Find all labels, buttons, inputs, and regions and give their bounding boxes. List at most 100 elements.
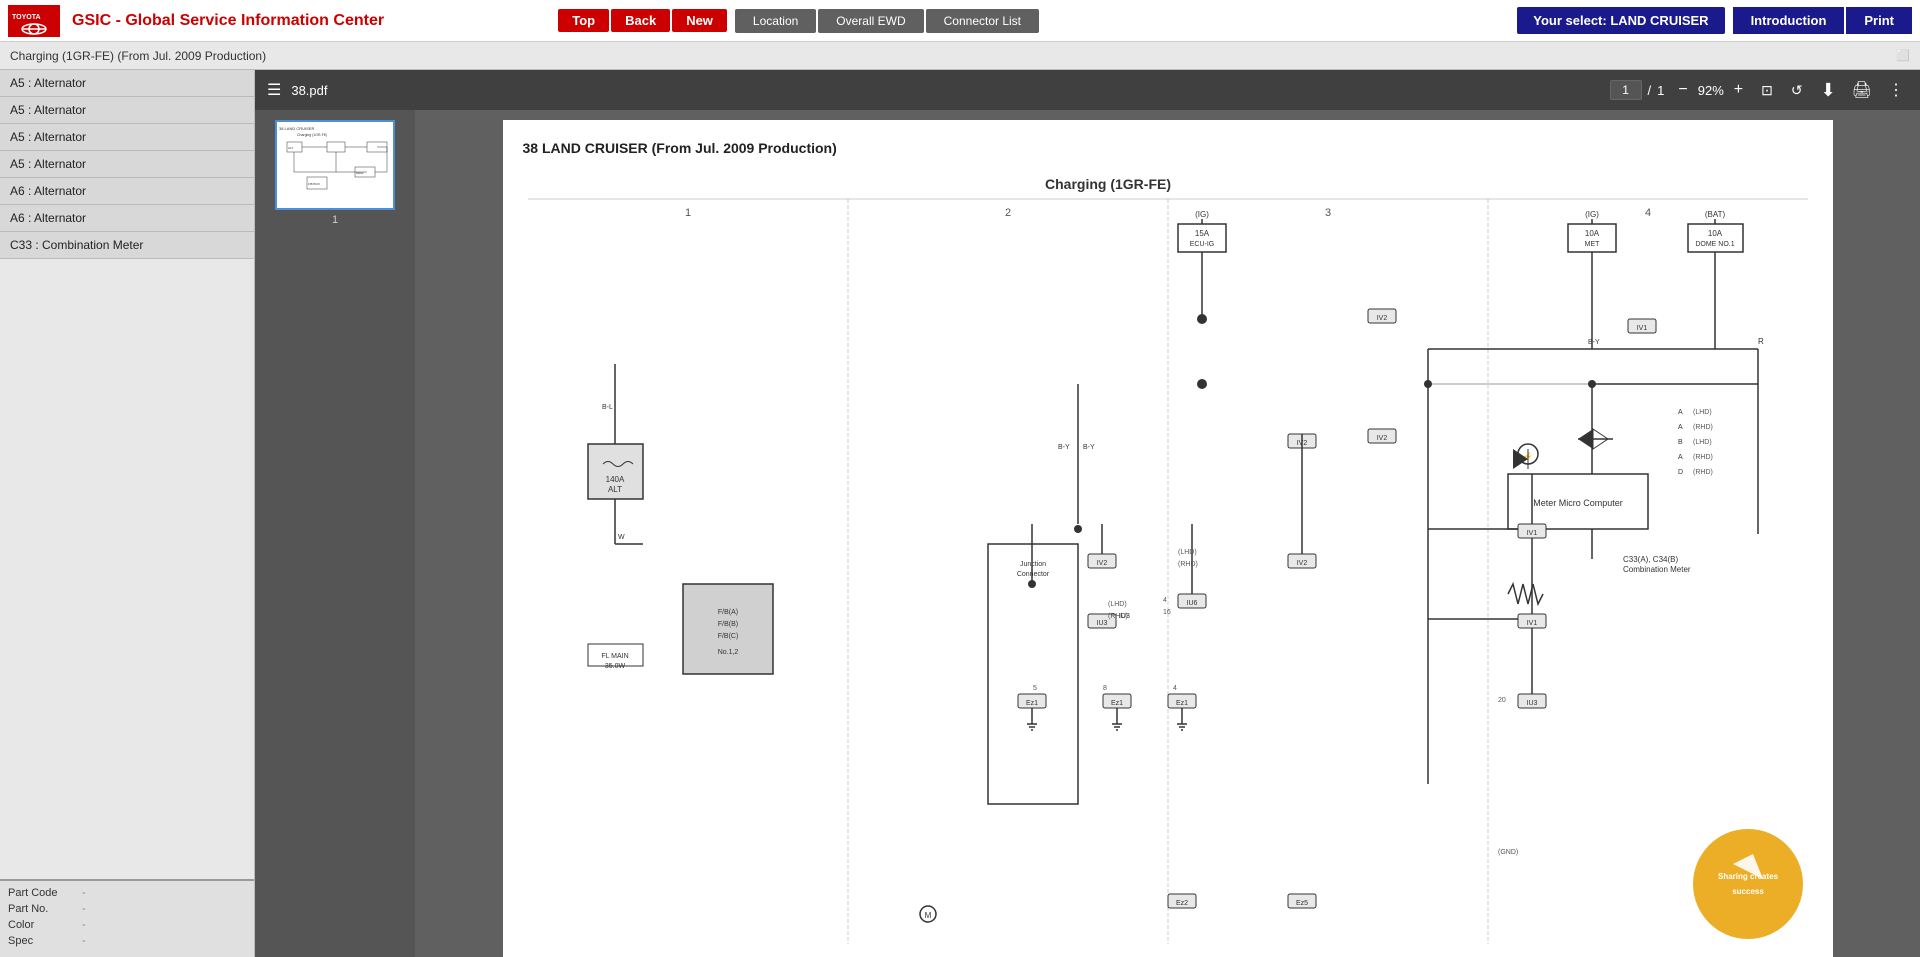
connector-item[interactable]: A5 : Alternator	[0, 124, 254, 151]
svg-text:(LHD): (LHD)	[1693, 439, 1712, 446]
connector-item[interactable]: A6 : Alternator	[0, 178, 254, 205]
tab-overall-ewd[interactable]: Overall EWD	[818, 9, 923, 33]
svg-text:(RHD): (RHD)	[1693, 424, 1713, 431]
zoom-in-button[interactable]: +	[1730, 79, 1747, 101]
svg-text:(RHD): (RHD)	[1693, 469, 1713, 476]
pdf-main-view[interactable]: 38 LAND CRUISER (From Jul. 2009 Producti…	[415, 110, 1920, 957]
part-code-label: Part Code	[8, 887, 78, 899]
connector-item[interactable]: A5 : Alternator	[0, 70, 254, 97]
app-title: GSIC - Global Service Information Center	[72, 12, 542, 30]
svg-text:F/B(B): F/B(B)	[717, 621, 737, 628]
svg-text:8: 8	[1103, 685, 1107, 692]
pdf-menu-icon[interactable]: ☰	[267, 80, 281, 100]
svg-text:success: success	[1732, 887, 1764, 896]
part-code-value: -	[82, 887, 86, 899]
download-button[interactable]: ⬇	[1817, 78, 1840, 103]
svg-text:A: A	[1678, 424, 1683, 431]
svg-text:(RHD): (RHD)	[1693, 454, 1713, 461]
svg-text:D: D	[1678, 469, 1683, 476]
rotate-button[interactable]: ↺	[1787, 80, 1807, 101]
introduction-button[interactable]: Introduction	[1733, 7, 1845, 34]
svg-text:IV2: IV2	[1376, 435, 1387, 442]
svg-text:F/B(C): F/B(C)	[717, 633, 738, 640]
svg-text:38 LAND CRUISER: 38 LAND CRUISER	[279, 126, 314, 131]
expand-icon: ⬜	[1896, 49, 1910, 62]
svg-text:5: 5	[1033, 685, 1037, 692]
svg-text:B-L: B-L	[602, 404, 613, 411]
svg-text:IU3: IU3	[1096, 620, 1107, 627]
pdf-content: 38 LAND CRUISER Charging (1GR-FE) ALT	[255, 110, 1920, 957]
zoom-out-button[interactable]: −	[1674, 79, 1691, 101]
more-options-button[interactable]: ⋮	[1884, 78, 1908, 103]
connector-item[interactable]: A6 : Alternator	[0, 205, 254, 232]
svg-text:F/B(A): F/B(A)	[717, 609, 737, 616]
print-button[interactable]: Print	[1846, 7, 1912, 34]
svg-text:F/B BOX: F/B BOX	[308, 182, 320, 186]
svg-text:20: 20	[1498, 697, 1506, 704]
print-pdf-button[interactable]: 🖨	[1848, 78, 1876, 103]
fit-page-button[interactable]: ⊡	[1757, 80, 1777, 101]
svg-text:IV2: IV2	[1096, 560, 1107, 567]
new-button[interactable]: New	[672, 9, 727, 32]
svg-text:C33(A), C34(B): C33(A), C34(B)	[1623, 555, 1678, 564]
svg-text:A: A	[1678, 409, 1683, 416]
nav-buttons: Top Back New	[558, 9, 727, 32]
svg-text:FL MAIN: FL MAIN	[601, 653, 628, 660]
svg-text:4: 4	[1644, 207, 1650, 219]
svg-text:B: B	[1678, 439, 1683, 446]
svg-text:10A: 10A	[1707, 229, 1722, 238]
tab-connector-list[interactable]: Connector List	[926, 9, 1039, 33]
top-bar: TOYOTA GSIC - Global Service Information…	[0, 0, 1920, 42]
svg-text:Connector: Connector	[1016, 571, 1049, 578]
top-button[interactable]: Top	[558, 9, 609, 32]
svg-text:4: 4	[1163, 597, 1167, 604]
connector-list[interactable]: A5 : AlternatorA5 : AlternatorA5 : Alter…	[0, 70, 254, 879]
logo-area: TOYOTA	[8, 5, 60, 37]
svg-text:IV2: IV2	[1296, 560, 1307, 567]
svg-text:Meter: Meter	[356, 171, 364, 175]
toyota-logo-icon: TOYOTA	[8, 5, 60, 37]
pdf-thumbnail[interactable]: 38 LAND CRUISER Charging (1GR-FE) ALT	[275, 120, 395, 210]
svg-text:Charging (1GR-FE): Charging (1GR-FE)	[297, 133, 327, 137]
svg-text:140A: 140A	[605, 475, 624, 484]
svg-text:Ez1: Ez1	[1025, 700, 1037, 707]
color-value: -	[82, 919, 86, 931]
connector-item[interactable]: A5 : Alternator	[0, 151, 254, 178]
svg-text:(LHD): (LHD)	[1178, 549, 1197, 556]
pdf-toolbar: ☰ 38.pdf / 1 − 92% + ⊡ ↺ ⬇ 🖨 ⋮	[255, 70, 1920, 110]
pdf-page-container: 38 LAND CRUISER (From Jul. 2009 Producti…	[503, 120, 1833, 957]
svg-text:B-Y: B-Y	[1588, 339, 1600, 346]
svg-text:Ez2: Ez2	[1175, 900, 1187, 907]
svg-text:1: 1	[684, 207, 690, 219]
svg-text:M: M	[924, 911, 931, 920]
connector-item[interactable]: A5 : Alternator	[0, 97, 254, 124]
connector-item[interactable]: C33 : Combination Meter	[0, 232, 254, 259]
part-info: Part Code - Part No. - Color - Spec -	[0, 879, 254, 957]
pdf-filename: 38.pdf	[291, 83, 1599, 98]
svg-text:IU3: IU3	[1119, 613, 1130, 620]
svg-text:Meter Micro Computer: Meter Micro Computer	[1533, 498, 1623, 508]
svg-text:15A: 15A	[1194, 229, 1209, 238]
pdf-page-input[interactable]	[1610, 80, 1642, 100]
svg-text:35.0W: 35.0W	[604, 663, 625, 670]
svg-text:DOME NO.1: DOME NO.1	[1695, 241, 1734, 248]
svg-text:4: 4	[1173, 685, 1177, 692]
select-label: Your select: LAND CRUISER	[1517, 7, 1724, 34]
color-label: Color	[8, 919, 78, 931]
pdf-page-controls: / 1	[1610, 80, 1665, 100]
back-button[interactable]: Back	[611, 9, 670, 32]
svg-text:A: A	[1678, 454, 1683, 461]
svg-text:ALT: ALT	[288, 146, 293, 150]
spec-row: Spec -	[8, 935, 246, 947]
thumbnail-panel: 38 LAND CRUISER Charging (1GR-FE) ALT	[255, 110, 415, 957]
svg-text:(LHD): (LHD)	[1693, 409, 1712, 416]
spec-value: -	[82, 935, 86, 947]
svg-text:R: R	[1758, 337, 1764, 346]
svg-text:Charging (1GR-FE): Charging (1GR-FE)	[1045, 176, 1171, 192]
svg-text:3: 3	[1324, 207, 1330, 219]
right-buttons: Introduction Print	[1733, 7, 1912, 34]
pdf-page-title: 38 LAND CRUISER (From Jul. 2009 Producti…	[523, 140, 1813, 156]
breadcrumb-text: Charging (1GR-FE) (From Jul. 2009 Produc…	[10, 49, 266, 63]
thumbnail-diagram: 38 LAND CRUISER Charging (1GR-FE) ALT	[277, 122, 393, 208]
tab-location[interactable]: Location	[735, 9, 816, 33]
